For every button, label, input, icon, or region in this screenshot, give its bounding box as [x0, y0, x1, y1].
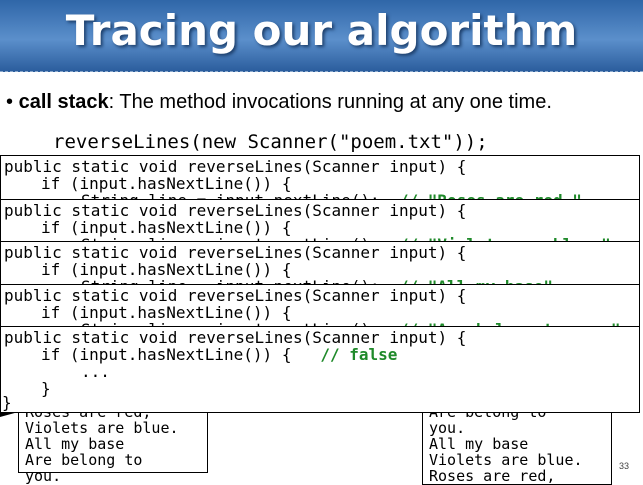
false-comment: // false — [320, 345, 398, 364]
method-signature: public static void reverseLines(Scanner … — [4, 286, 467, 305]
if-line: if (input.hasNextLine()) { — [41, 260, 292, 279]
input-file-box: Roses are red, Violets are blue. All my … — [18, 403, 208, 484]
output-line: Roses are red, — [429, 467, 556, 485]
method-close-brace: } — [2, 393, 12, 412]
page-number: 33 — [619, 461, 630, 471]
if-line: if (input.hasNextLine()) { — [41, 345, 292, 364]
output-line: All my base — [429, 435, 529, 453]
method-signature: public static void reverseLines(Scanner … — [4, 328, 467, 347]
input-line: All my base — [25, 435, 125, 453]
if-line: if (input.hasNextLine()) { — [41, 218, 292, 237]
bullet-point: • call stack: The method invocations run… — [6, 91, 552, 114]
if-line: if (input.hasNextLine()) { — [41, 303, 292, 322]
input-line: Violets are blue. — [25, 419, 179, 437]
if-line: if (input.hasNextLine()) { — [41, 174, 292, 193]
initial-call: reverseLines(new Scanner("poem.txt")); — [53, 131, 488, 153]
stack-frame-1: public static void reverseLines(Scanner … — [0, 155, 640, 205]
stack-frame-5: public static void reverseLines(Scanner … — [0, 326, 640, 413]
bullet-text: : The method invocations running at any … — [108, 91, 552, 113]
if-close-brace: } — [41, 379, 51, 398]
method-signature: public static void reverseLines(Scanner … — [4, 201, 467, 220]
title-divider — [0, 71, 643, 72]
ellipsis: ... — [81, 362, 110, 381]
bullet-term: call stack — [18, 91, 109, 113]
output-box: Are belong to you. All my base Violets a… — [422, 403, 612, 485]
slide-title: Tracing our algorithm — [65, 6, 578, 55]
input-line: you. — [25, 467, 62, 485]
method-signature: public static void reverseLines(Scanner … — [4, 243, 467, 262]
bullet-symbol: • — [6, 91, 14, 113]
input-line: Are belong to — [25, 451, 143, 469]
if-line-with-comment: if (input.hasNextLine()) { // false — [4, 346, 639, 363]
output-line: you. — [429, 419, 466, 437]
output-line: Violets are blue. — [429, 451, 583, 469]
method-signature: public static void reverseLines(Scanner … — [4, 157, 467, 176]
